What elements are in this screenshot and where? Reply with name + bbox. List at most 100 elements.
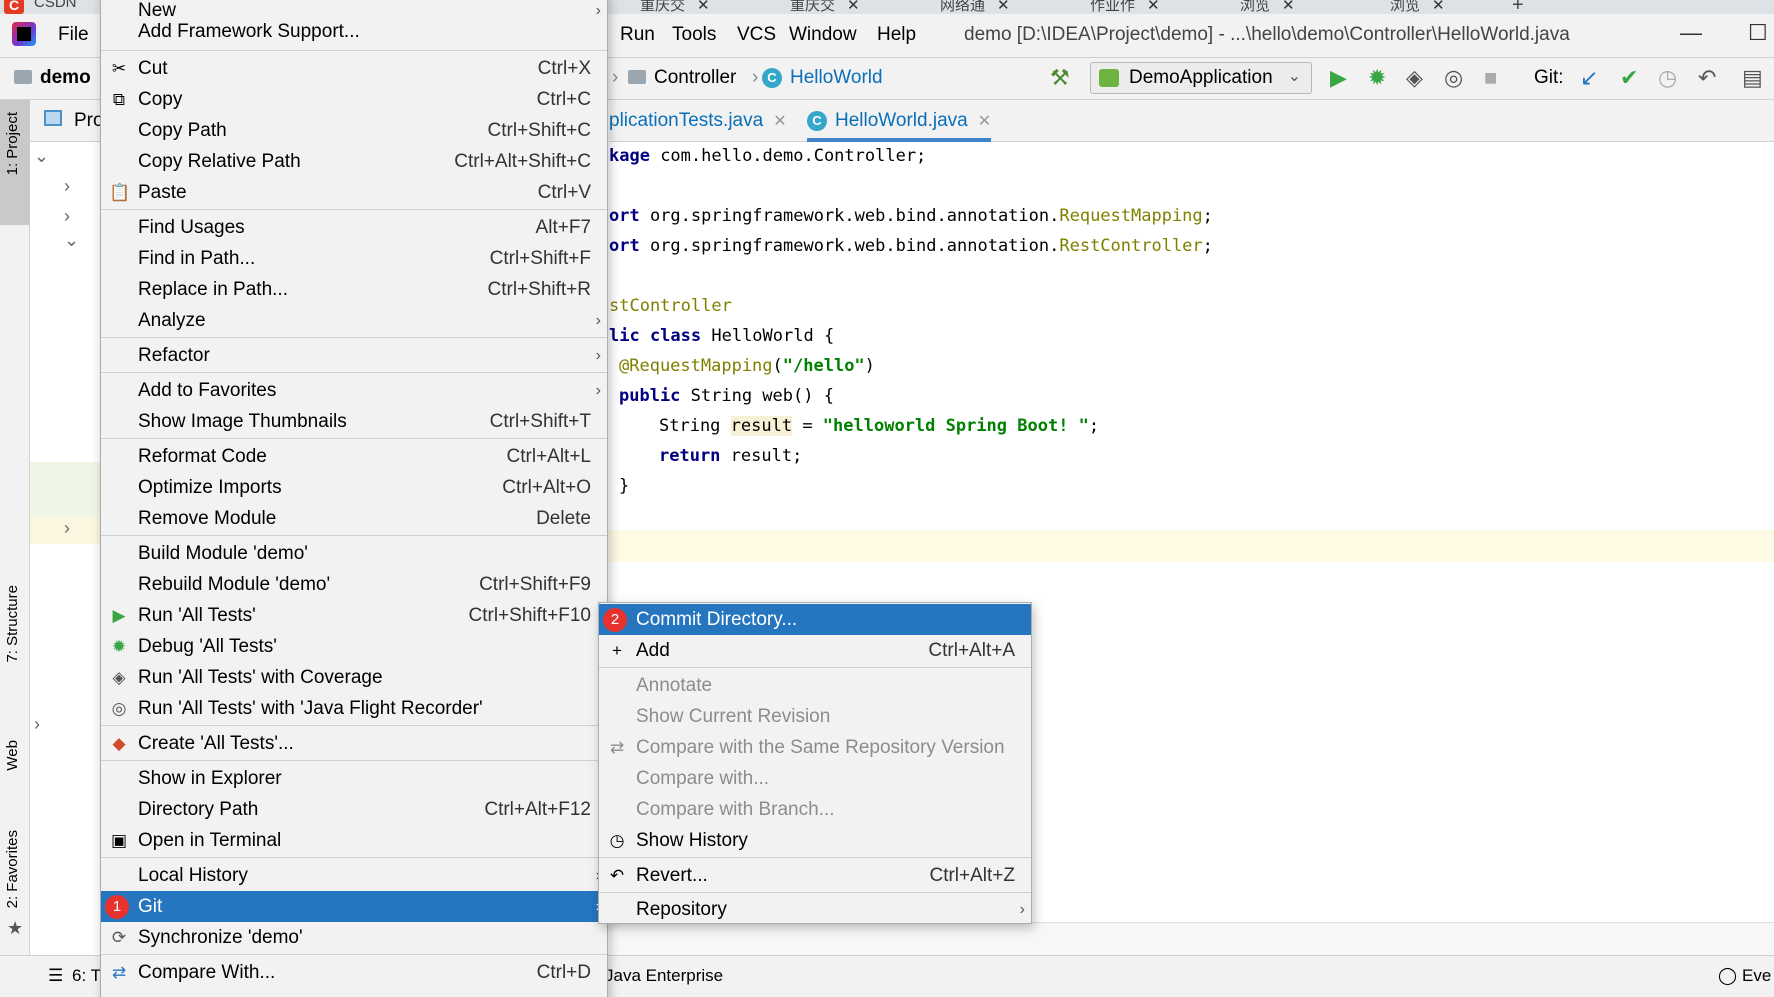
browser-tab-2[interactable]: 重庆交 ✕ bbox=[640, 0, 710, 14]
menu-item-local-history[interactable]: Local History› bbox=[101, 860, 607, 891]
close-icon[interactable]: ✕ bbox=[1147, 0, 1160, 14]
chevron-right-icon[interactable]: › bbox=[34, 714, 40, 735]
git-update-icon[interactable]: ↙ bbox=[1580, 66, 1598, 90]
menu-item-copy-relative-path[interactable]: Copy Relative Path Ctrl+Alt+Shift+C bbox=[101, 146, 607, 177]
breadcrumb-class[interactable]: C HelloWorld bbox=[762, 67, 883, 89]
menu-item-run-all-tests[interactable]: ▶ Run 'All Tests' Ctrl+Shift+F10 bbox=[101, 600, 607, 631]
menu-run[interactable]: Run bbox=[620, 24, 655, 46]
current-line-highlight bbox=[609, 530, 1774, 562]
git-history-icon[interactable]: ◷ bbox=[1658, 66, 1677, 90]
menu-separator bbox=[599, 892, 1031, 893]
menu-item-build-module[interactable]: Build Module 'demo' bbox=[101, 538, 607, 569]
menu-item-show-in-explorer[interactable]: Show in Explorer bbox=[101, 763, 607, 794]
chevron-right-icon: › bbox=[1019, 901, 1025, 918]
menu-item-rebuild-module[interactable]: Rebuild Module 'demo' Ctrl+Shift+F9 bbox=[101, 569, 607, 600]
maximize-button[interactable]: ☐ bbox=[1748, 20, 1768, 46]
menu-file[interactable]: File bbox=[58, 24, 89, 46]
menu-item-open-in-terminal[interactable]: ▣ Open in Terminal bbox=[101, 825, 607, 856]
menu-vcs[interactable]: VCS bbox=[737, 24, 776, 46]
menu-item-show-thumbnails[interactable]: Show Image Thumbnails Ctrl+Shift+T bbox=[101, 406, 607, 437]
editor-tab-helloworld[interactable]: C HelloWorld.java ✕ bbox=[807, 110, 992, 142]
browser-tab-7[interactable]: 浏览 ✕ bbox=[1390, 0, 1445, 14]
breadcrumb-folder[interactable]: Controller bbox=[628, 67, 736, 89]
menu-item-replace-in-path[interactable]: Replace in Path... Ctrl+Shift+R bbox=[101, 274, 607, 305]
breadcrumb-project[interactable]: demo bbox=[14, 67, 91, 89]
browser-tab-3[interactable]: 重庆交 ✕ bbox=[790, 0, 860, 14]
menu-item-analyze[interactable]: Analyze › bbox=[101, 305, 607, 336]
menu-item-optimize-imports[interactable]: Optimize Imports Ctrl+Alt+O bbox=[101, 472, 607, 503]
tool-tab-project[interactable]: 1: Project bbox=[4, 112, 21, 175]
menu-item-debug-all-tests[interactable]: ✹ Debug 'All Tests' bbox=[101, 631, 607, 662]
menu-item-add-to-favorites[interactable]: Add to Favorites › bbox=[101, 375, 607, 406]
run-configuration-dropdown[interactable]: DemoApplication ⌄ bbox=[1090, 62, 1312, 94]
tool-tab-java-enterprise[interactable]: Java Enterprise bbox=[605, 966, 723, 986]
close-icon[interactable]: ✕ bbox=[773, 113, 786, 130]
chevron-down-icon[interactable]: ⌄ bbox=[64, 230, 79, 251]
menu-item-compare-with[interactable]: ⇄ Compare With... Ctrl+D bbox=[101, 957, 607, 988]
run-icon[interactable]: ▶ bbox=[1330, 66, 1347, 90]
tool-tab-structure[interactable]: 7: Structure bbox=[4, 585, 21, 663]
chevron-right-icon[interactable]: › bbox=[64, 176, 70, 197]
close-icon[interactable]: ✕ bbox=[1432, 0, 1445, 14]
code-line: String result = "helloworld Spring Boot!… bbox=[659, 416, 1100, 436]
browser-tab-5[interactable]: 作业作 ✕ bbox=[1090, 0, 1160, 14]
tool-tab-favorites[interactable]: 2: Favorites bbox=[4, 830, 21, 908]
tool-tab-web[interactable]: Web bbox=[4, 740, 21, 771]
browser-tab-label: 网络通 bbox=[940, 0, 986, 14]
stop-icon[interactable]: ■ bbox=[1484, 66, 1497, 90]
browser-tab-4[interactable]: 网络通 ✕ bbox=[940, 0, 1010, 14]
menu-item-cut[interactable]: ✂ Cut Ctrl+X bbox=[101, 53, 607, 84]
menu-help[interactable]: Help bbox=[877, 24, 916, 46]
rollback-icon[interactable]: ↶ bbox=[1698, 66, 1716, 90]
tool-tab-event-log[interactable]: Eve bbox=[1742, 966, 1771, 986]
debug-bug-icon[interactable]: ✹ bbox=[1368, 66, 1386, 90]
build-hammer-icon[interactable]: ⚒ bbox=[1050, 66, 1070, 90]
menu-item-refactor[interactable]: Refactor › bbox=[101, 340, 607, 371]
tool-tab-todo[interactable]: 6: T bbox=[72, 966, 101, 986]
menu-tools[interactable]: Tools bbox=[672, 24, 716, 46]
project-structure-icon[interactable]: ▤ bbox=[1742, 66, 1763, 90]
menu-item-git-compare-with[interactable]: Compare with... bbox=[599, 763, 1031, 794]
minimize-button[interactable]: — bbox=[1680, 20, 1702, 46]
browser-tab-label: 重庆交 bbox=[640, 0, 686, 14]
chevron-right-icon[interactable]: › bbox=[64, 518, 70, 539]
chevron-right-icon[interactable]: › bbox=[64, 206, 70, 227]
menu-item-add-framework[interactable]: Add Framework Support... bbox=[101, 16, 607, 47]
menu-item-remove-module[interactable]: Remove Module Delete bbox=[101, 503, 607, 534]
browser-tab-6[interactable]: 浏览 ✕ bbox=[1240, 0, 1295, 14]
menu-item-find-in-path[interactable]: Find in Path... Ctrl+Shift+F bbox=[101, 243, 607, 274]
menu-item-git[interactable]: 1Git› bbox=[101, 891, 607, 922]
menu-item-create-all-tests[interactable]: ◆ Create 'All Tests'... bbox=[101, 728, 607, 759]
menu-item-annotate[interactable]: Annotate bbox=[599, 670, 1031, 701]
menu-item-commit-directory[interactable]: 2 Commit Directory... bbox=[599, 604, 1031, 635]
menu-item-find-usages[interactable]: Find Usages Alt+F7 bbox=[101, 212, 607, 243]
menu-item-run-with-coverage[interactable]: ◈ Run 'All Tests' with Coverage bbox=[101, 662, 607, 693]
close-icon[interactable]: ✕ bbox=[697, 0, 710, 14]
menu-item-show-current-revision[interactable]: Show Current Revision bbox=[599, 701, 1031, 732]
menu-item-reformat-code[interactable]: Reformat Code Ctrl+Alt+L bbox=[101, 441, 607, 472]
browser-tab-csdn[interactable]: CSDN bbox=[34, 0, 77, 14]
close-icon[interactable]: ✕ bbox=[1282, 0, 1295, 14]
new-tab-button[interactable]: + bbox=[1512, 0, 1524, 14]
menu-item-revert[interactable]: ↶ Revert... Ctrl+Alt+Z bbox=[599, 860, 1031, 891]
menu-item-copy[interactable]: ⧉ Copy Ctrl+C bbox=[101, 84, 607, 115]
close-icon[interactable]: ✕ bbox=[978, 113, 991, 130]
menu-item-git-add[interactable]: + Add Ctrl+Alt+A bbox=[599, 635, 1031, 666]
chevron-down-icon[interactable]: ⌄ bbox=[34, 146, 49, 167]
menu-item-directory-path[interactable]: Directory Path Ctrl+Alt+F12 bbox=[101, 794, 607, 825]
menu-item-copy-path[interactable]: Copy Path Ctrl+Shift+C bbox=[101, 115, 607, 146]
git-commit-icon[interactable]: ✔ bbox=[1620, 66, 1638, 90]
menu-item-compare-same-repo[interactable]: ⇄ Compare with the Same Repository Versio… bbox=[599, 732, 1031, 763]
editor-tab-application-tests[interactable]: plicationTests.java ✕ bbox=[609, 110, 787, 132]
menu-item-compare-with-branch[interactable]: Compare with Branch... bbox=[599, 794, 1031, 825]
close-icon[interactable]: ✕ bbox=[847, 0, 860, 14]
menu-item-show-history[interactable]: ◷ Show History bbox=[599, 825, 1031, 856]
menu-item-run-with-jfr[interactable]: ◎ Run 'All Tests' with 'Java Flight Recor… bbox=[101, 693, 607, 724]
run-with-coverage-icon[interactable]: ◈ bbox=[1406, 66, 1423, 90]
close-icon[interactable]: ✕ bbox=[997, 0, 1010, 14]
menu-item-repository[interactable]: Repository › bbox=[599, 894, 1031, 925]
menu-item-synchronize[interactable]: ⟳ Synchronize 'demo' bbox=[101, 922, 607, 953]
profiler-icon[interactable]: ◎ bbox=[1444, 66, 1463, 90]
menu-item-paste[interactable]: 📋 Paste Ctrl+V bbox=[101, 177, 607, 208]
menu-window[interactable]: Window bbox=[789, 24, 857, 46]
